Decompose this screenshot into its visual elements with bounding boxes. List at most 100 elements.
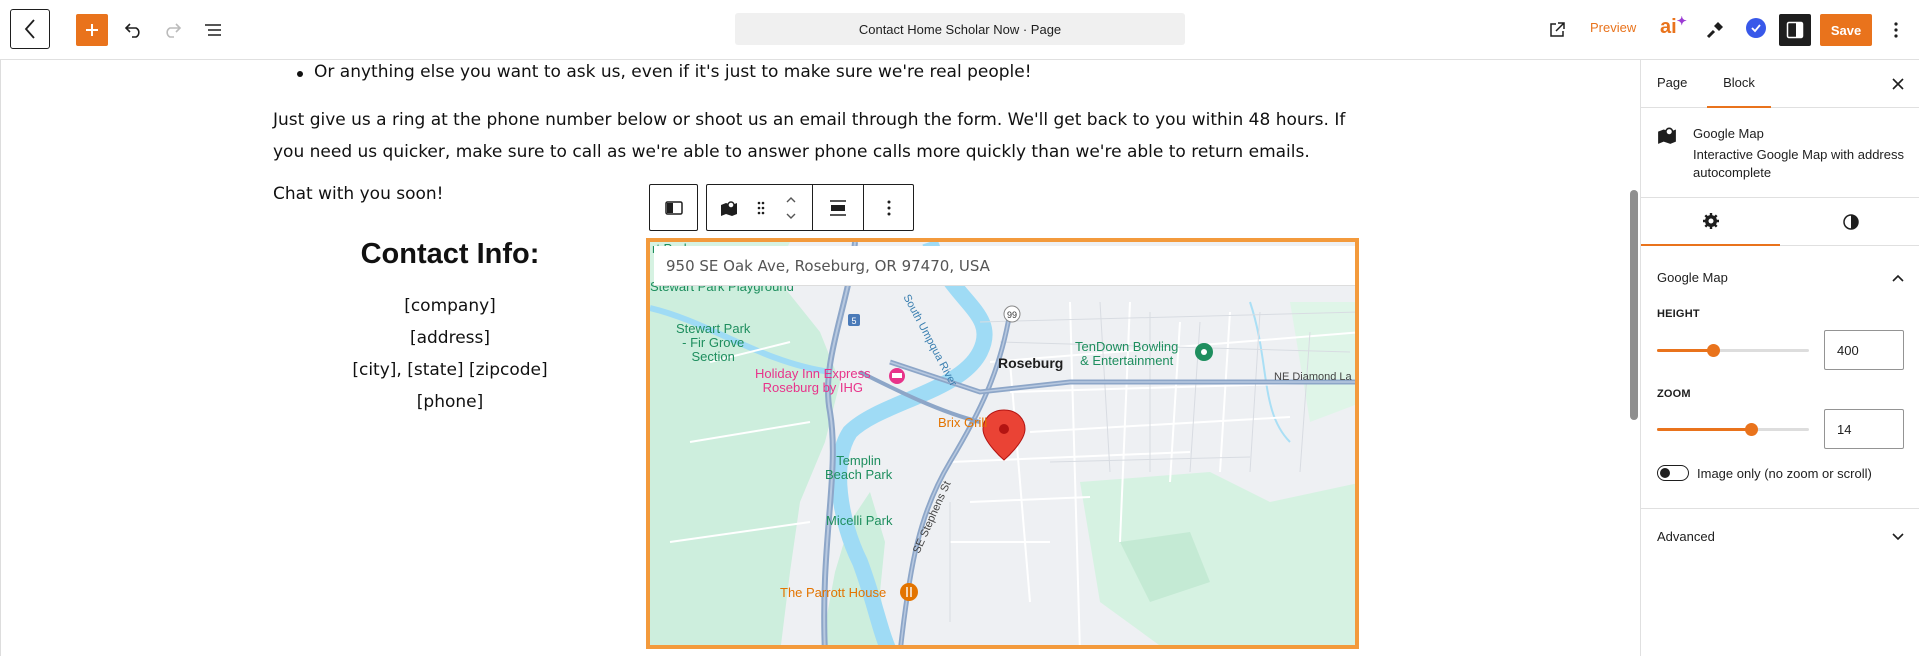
list-item[interactable]: Or anything else you want to ask us, eve… bbox=[314, 62, 1032, 82]
ai-logo-text: ai bbox=[1660, 16, 1677, 38]
map-icon bbox=[721, 200, 737, 216]
redo-icon bbox=[166, 23, 182, 38]
close-icon bbox=[1892, 78, 1904, 90]
check-mark-icon bbox=[1751, 24, 1761, 33]
options-button[interactable] bbox=[1880, 14, 1912, 46]
document-title: Contact Home Scholar Now · Page bbox=[858, 21, 1062, 37]
map-label-templin-beach: Templin Beach Park bbox=[825, 453, 893, 482]
height-slider-thumb[interactable] bbox=[1707, 344, 1721, 357]
height-slider-fill bbox=[1657, 349, 1714, 352]
save-button[interactable]: Save bbox=[1820, 14, 1872, 46]
map-label-brix-grill: Brix Grill bbox=[938, 415, 988, 430]
map-label-ne-diamond: NE Diamond La bbox=[1274, 371, 1352, 383]
map-label-roseburg: Roseburg bbox=[998, 355, 1064, 371]
canvas-scrollbar[interactable] bbox=[1628, 60, 1640, 656]
styles-button[interactable] bbox=[1699, 14, 1731, 46]
move-buttons[interactable] bbox=[775, 185, 807, 230]
columns-icon bbox=[664, 200, 683, 215]
view-page-button[interactable] bbox=[1541, 14, 1573, 46]
sidebar-tabs: Page Block bbox=[1641, 60, 1919, 108]
map-label-stewart-fir-grove: Stewart Park - Fir Grove Section bbox=[676, 321, 751, 364]
block-card: Google Map Interactive Google Map with a… bbox=[1641, 108, 1919, 198]
map-tiles: 5 99 bbox=[650, 242, 1355, 645]
scrollbar-thumb[interactable] bbox=[1630, 190, 1638, 420]
toggle-knob bbox=[1660, 468, 1670, 478]
chevron-down-icon bbox=[1892, 533, 1904, 541]
editor-header: Contact Home Scholar Now · Page Preview … bbox=[0, 0, 1919, 60]
more-vertical-icon bbox=[887, 200, 891, 215]
document-overview-button[interactable] bbox=[197, 14, 229, 46]
preview-button[interactable]: Preview bbox=[1590, 20, 1636, 35]
undo-icon bbox=[124, 23, 140, 38]
select-parent-button[interactable] bbox=[649, 184, 698, 231]
contact-address[interactable]: [address] bbox=[273, 328, 627, 348]
settings-sidebar-toggle[interactable] bbox=[1779, 14, 1811, 46]
google-map-block[interactable]: 5 99 Stewart Park Playground rt Park Ste… bbox=[646, 238, 1359, 649]
drag-handle[interactable] bbox=[751, 185, 771, 230]
back-button[interactable] bbox=[10, 9, 50, 49]
zoom-slider-fill bbox=[1657, 428, 1752, 431]
map-label-holiday-inn: Holiday Inn Express Roseburg by IHG bbox=[755, 366, 871, 395]
bullet-marker bbox=[297, 71, 303, 77]
map-address-input[interactable]: 950 SE Oak Ave, Roseburg, OR 97470, USA bbox=[654, 246, 1355, 286]
tab-settings[interactable] bbox=[1641, 198, 1780, 246]
align-button[interactable] bbox=[813, 185, 863, 230]
align-wide-icon bbox=[830, 199, 846, 216]
close-sidebar-button[interactable] bbox=[1886, 72, 1910, 96]
map-label-tendown: TenDown Bowling & Entertainment bbox=[1075, 339, 1179, 368]
chevron-up-icon bbox=[1892, 274, 1904, 282]
settings-sidebar: Page Block Google Map Interactive Google… bbox=[1640, 60, 1919, 656]
chevron-up-down-icon bbox=[786, 196, 796, 219]
chat-paragraph[interactable]: Chat with you soon! bbox=[273, 184, 444, 204]
height-input[interactable]: 400 bbox=[1824, 330, 1904, 370]
brush-icon bbox=[1706, 22, 1723, 39]
contact-company[interactable]: [company] bbox=[273, 296, 627, 316]
external-link-icon bbox=[1550, 22, 1565, 37]
tab-block[interactable]: Block bbox=[1707, 60, 1771, 108]
redo-button[interactable] bbox=[157, 14, 189, 46]
sidebar-icon bbox=[1786, 21, 1804, 39]
tab-styles[interactable] bbox=[1781, 198, 1919, 246]
block-type-button[interactable] bbox=[707, 185, 751, 230]
contact-city-state-zip[interactable]: [city], [state] [zipcode] bbox=[273, 360, 627, 380]
chevron-left-icon bbox=[24, 19, 35, 39]
document-title-bar[interactable]: Contact Home Scholar Now · Page bbox=[735, 13, 1185, 45]
google-map-panel-header[interactable]: Google Map bbox=[1641, 258, 1919, 298]
image-only-label: Image only (no zoom or scroll) bbox=[1697, 466, 1872, 481]
list-view-icon bbox=[205, 24, 221, 36]
block-options-button[interactable] bbox=[864, 185, 914, 230]
route-5-shield: 5 bbox=[851, 316, 856, 326]
contact-phone[interactable]: [phone] bbox=[273, 392, 627, 412]
add-block-button[interactable] bbox=[76, 14, 108, 46]
map-label-parrott-house: The Parrott House bbox=[780, 585, 887, 600]
block-inspector-tabs bbox=[1641, 198, 1919, 246]
contrast-icon bbox=[1842, 214, 1859, 230]
zoom-slider[interactable] bbox=[1657, 423, 1809, 436]
undo-button[interactable] bbox=[117, 14, 149, 46]
map-icon bbox=[1658, 127, 1676, 144]
zoom-input[interactable]: 14 bbox=[1824, 409, 1904, 449]
block-card-title: Google Map bbox=[1693, 126, 1764, 141]
more-vertical-icon bbox=[1894, 22, 1898, 38]
image-only-toggle[interactable] bbox=[1657, 465, 1689, 481]
drag-handle-icon bbox=[757, 201, 765, 214]
height-label: HEIGHT bbox=[1657, 308, 1700, 320]
paragraph-block[interactable]: Just give us a ring at the phone number … bbox=[273, 104, 1363, 168]
gear-icon bbox=[1702, 213, 1719, 229]
block-toolbar bbox=[706, 184, 914, 231]
sparkle-icon: ✦ bbox=[1676, 14, 1687, 28]
advanced-panel-header[interactable]: Advanced bbox=[1641, 508, 1919, 558]
editor-canvas: Or anything else you want to ask us, eve… bbox=[0, 60, 1628, 656]
panel-title: Google Map bbox=[1657, 270, 1728, 285]
height-slider[interactable] bbox=[1657, 344, 1809, 357]
map-label-micelli-park: Micelli Park bbox=[826, 513, 893, 528]
seo-check-icon[interactable] bbox=[1746, 18, 1766, 38]
plus-icon bbox=[86, 24, 98, 36]
ai-assistant-button[interactable]: ai✦ bbox=[1660, 14, 1687, 39]
contact-info-heading[interactable]: Contact Info: bbox=[273, 238, 627, 271]
zoom-slider-thumb[interactable] bbox=[1745, 423, 1759, 436]
advanced-title: Advanced bbox=[1657, 529, 1715, 544]
tab-page[interactable]: Page bbox=[1657, 60, 1697, 108]
zoom-label: ZOOM bbox=[1657, 388, 1691, 400]
block-card-description: Interactive Google Map with address auto… bbox=[1693, 147, 1904, 180]
